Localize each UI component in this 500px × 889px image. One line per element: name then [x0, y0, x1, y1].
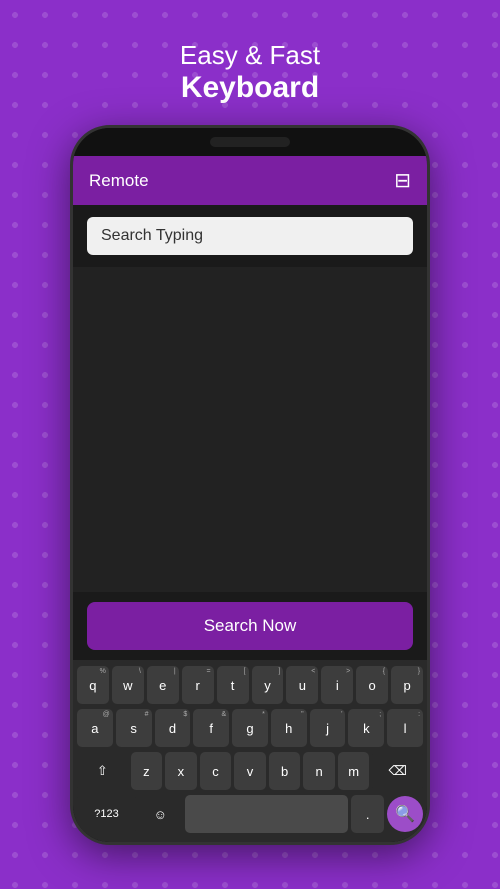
cast-icon[interactable]: ⊟ [394, 168, 411, 193]
key-x[interactable]: x [165, 752, 197, 790]
key-s[interactable]: #s [116, 709, 152, 747]
key-b[interactable]: b [269, 752, 301, 790]
key-k[interactable]: ;k [348, 709, 384, 747]
key-g[interactable]: *g [232, 709, 268, 747]
toolbar-title: Remote [89, 171, 149, 191]
key-f[interactable]: &f [193, 709, 229, 747]
key-r[interactable]: =r [182, 666, 214, 704]
phone-frame: Remote ⊟ Search Typing Search Now %q \w … [70, 125, 430, 845]
key-d[interactable]: $d [155, 709, 191, 747]
keyboard-row-2: @a #s $d &f *g "h 'j ;k :l [77, 709, 423, 747]
key-z[interactable]: z [131, 752, 163, 790]
search-key[interactable]: 🔍 [387, 796, 423, 832]
key-h[interactable]: "h [271, 709, 307, 747]
key-v[interactable]: v [234, 752, 266, 790]
key-m[interactable]: m [338, 752, 370, 790]
app-toolbar: Remote ⊟ [73, 156, 427, 205]
key-e[interactable]: |e [147, 666, 179, 704]
emoji-key[interactable]: ☺ [139, 795, 182, 833]
key-p[interactable]: }p [391, 666, 423, 704]
key-c[interactable]: c [200, 752, 232, 790]
search-area: Search Typing [73, 205, 427, 267]
header-line1: Easy & Fast [180, 40, 320, 71]
key-l[interactable]: :l [387, 709, 423, 747]
period-key[interactable]: . [351, 795, 384, 833]
search-now-button[interactable]: Search Now [87, 602, 413, 650]
key-o[interactable]: {o [356, 666, 388, 704]
app-header: Easy & Fast Keyboard [180, 40, 320, 105]
phone-notch [73, 128, 427, 156]
content-area [73, 267, 427, 592]
key-u[interactable]: <u [286, 666, 318, 704]
space-key[interactable] [185, 795, 349, 833]
key-q[interactable]: %q [77, 666, 109, 704]
header-line2: Keyboard [180, 71, 320, 105]
search-placeholder-text: Search Typing [101, 227, 203, 245]
keyboard-row-3: ⇧ z x c v b n m ⌫ [77, 752, 423, 790]
key-y[interactable]: ]y [252, 666, 284, 704]
keyboard-row-4: ?123 ☺ . 🔍 [77, 795, 423, 833]
app-screen: Remote ⊟ Search Typing Search Now %q \w … [73, 156, 427, 842]
keyboard-row-1: %q \w |e =r [t ]y <u >i {o }p [77, 666, 423, 704]
key-a[interactable]: @a [77, 709, 113, 747]
notch-bar [210, 137, 290, 147]
search-input[interactable]: Search Typing [87, 217, 413, 255]
key-w[interactable]: \w [112, 666, 144, 704]
key-i[interactable]: >i [321, 666, 353, 704]
keyboard: %q \w |e =r [t ]y <u >i {o }p @a #s $d &… [73, 660, 427, 842]
num123-key[interactable]: ?123 [77, 795, 136, 833]
backspace-key[interactable]: ⌫ [372, 752, 423, 790]
key-n[interactable]: n [303, 752, 335, 790]
key-t[interactable]: [t [217, 666, 249, 704]
shift-key[interactable]: ⇧ [77, 752, 128, 790]
key-j[interactable]: 'j [310, 709, 346, 747]
